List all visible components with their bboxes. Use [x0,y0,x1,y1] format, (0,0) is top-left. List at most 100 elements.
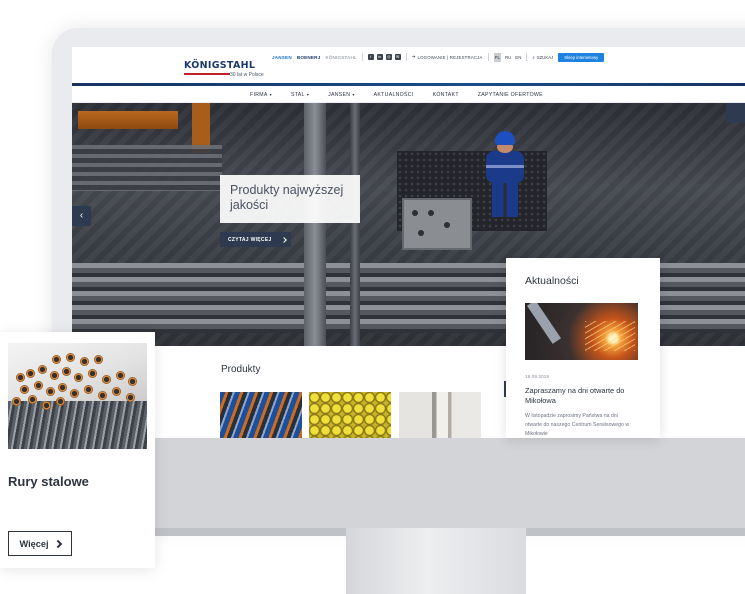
product-image-detail [26,369,35,378]
product-image-detail [20,385,29,394]
news-heading: Aktualności [525,275,579,287]
chevron-right-icon [280,236,287,243]
language-en[interactable]: EN [515,55,521,60]
product-thumb-3[interactable] [399,392,481,438]
product-image-detail [58,383,67,392]
product-card-title: Rury stalowe [8,474,89,489]
product-more-button[interactable]: Więcej [8,531,72,556]
login-icon: ➜ [411,54,416,59]
hero-image-detail [350,103,360,346]
hero-image-detail [412,210,418,216]
hero-worker-figure [482,131,528,217]
hero-image-detail [428,210,434,216]
hero-image-detail [492,181,518,217]
brand-link-boener[interactable]: BOENERJ [297,55,321,60]
instagram-icon[interactable]: ◎ [385,54,392,60]
product-image-detail [94,355,103,364]
products-section-title: Produkty [221,364,261,375]
shop-button[interactable]: Sklep internetowy [558,52,605,62]
news-image[interactable] [525,303,638,360]
product-image-detail [38,365,47,374]
logo-wordmark: KÖNIGSTAHL [184,60,256,71]
hero-image-detail [72,145,222,191]
nav-item-firma[interactable]: FIRMA ▾ [250,92,272,98]
divider [361,53,363,61]
product-image-detail [126,393,135,402]
product-image-detail [50,371,59,380]
product-image-detail [52,355,61,364]
hero-image-detail [304,103,326,346]
chevron-right-icon [53,539,62,548]
product-image-detail [12,397,21,406]
product-image-detail [116,371,125,380]
hero-image-detail [418,230,424,236]
nav-label: FIRMA [250,92,268,98]
facebook-icon[interactable]: f [367,54,374,60]
product-card-image[interactable] [8,343,147,449]
product-image-detail [128,377,137,386]
logo-tagline: 30 lat w Polsce [230,72,264,78]
brand-link-konigstahl[interactable]: KÖNIGSTAHL [325,55,356,60]
product-image-detail [74,373,83,382]
divider [405,53,407,61]
search-label: SZUKAJ [536,54,554,60]
linkedin-icon[interactable]: in [376,54,383,60]
product-image-detail [34,381,43,390]
product-image-detail [98,391,107,400]
login-label: LOGOWANIE | REJESTRACJA [417,54,483,60]
hero-caption-card: Produkty najwyższej jakości [220,175,360,223]
product-card: Rury stalowe Więcej [0,332,155,568]
product-image-detail [70,389,79,398]
nav-label: JANSEN [328,92,351,98]
hero-image-detail [402,198,472,250]
language-ru[interactable]: RU [505,55,511,60]
search-icon: ⌕ [532,54,535,60]
monitor-chin [155,438,745,528]
site-logo[interactable]: KÖNIGSTAHL 30 lat w Polsce [184,60,264,80]
login-link[interactable]: ➜ LOGOWANIE | REJESTRACJA [412,54,483,60]
header-stripe [72,83,745,86]
slider-prev-button[interactable]: ‹ [72,206,91,226]
more-button-label: Więcej [19,538,49,549]
header-utility-bar: JANSEN BOENERJ KÖNIGSTAHL f in ◎ ✉ ➜ LOG… [272,52,605,62]
site-header: KÖNIGSTAHL 30 lat w Polsce JANSEN BOENER… [72,47,745,87]
product-image-detail [16,373,25,382]
language-pl[interactable]: PL [493,52,501,62]
brand-link-jansen[interactable]: JANSEN [272,55,292,60]
nav-item-kontakt[interactable]: KONTAKT [433,92,459,98]
hero-image-detail [486,151,524,183]
product-image-detail [102,375,111,384]
hero-image-detail [78,111,178,129]
logo-underline [184,73,230,75]
social-links: f in ◎ ✉ [367,54,401,60]
product-image-detail [62,367,71,376]
divider [526,53,528,61]
hero-button-label: CZYTAJ WIĘCEJ [228,236,272,243]
product-image-detail [88,369,97,378]
hero-image-detail [444,222,450,228]
monitor-stand [346,528,526,594]
product-image-detail [66,353,75,362]
nav-item-zapytanie[interactable]: ZAPYTANIE OFERTOWE [478,92,543,98]
search-button[interactable]: ⌕ SZUKAJ [532,55,553,60]
product-thumb-1[interactable] [220,392,302,438]
caret-down-icon: ▾ [306,92,310,97]
news-card[interactable]: Aktualności 19.09.2019 Zapraszamy na dni… [506,258,660,438]
hero-image-detail [486,165,524,168]
product-image-detail [46,387,55,396]
nav-item-stal[interactable]: STAL ▾ [291,92,309,98]
product-image-detail [8,401,147,449]
caret-down-icon: ▾ [352,92,355,97]
product-image-detail [80,357,89,366]
product-image-detail [84,385,93,394]
hero-image-detail [495,131,515,145]
news-title[interactable]: Zapraszamy na dni otwarte do Mikołowa [525,386,645,406]
nav-item-jansen[interactable]: JANSEN ▾ [328,92,355,98]
product-thumb-2[interactable] [309,392,391,438]
slider-next-button[interactable] [726,103,745,123]
product-image-detail [28,395,37,404]
hero-read-more-button[interactable]: CZYTAJ WIĘCEJ [220,232,291,247]
nav-item-aktualnosci[interactable]: AKTUALNOŚCI [374,92,414,98]
caret-down-icon: ▾ [269,92,272,97]
mail-icon[interactable]: ✉ [394,54,401,60]
